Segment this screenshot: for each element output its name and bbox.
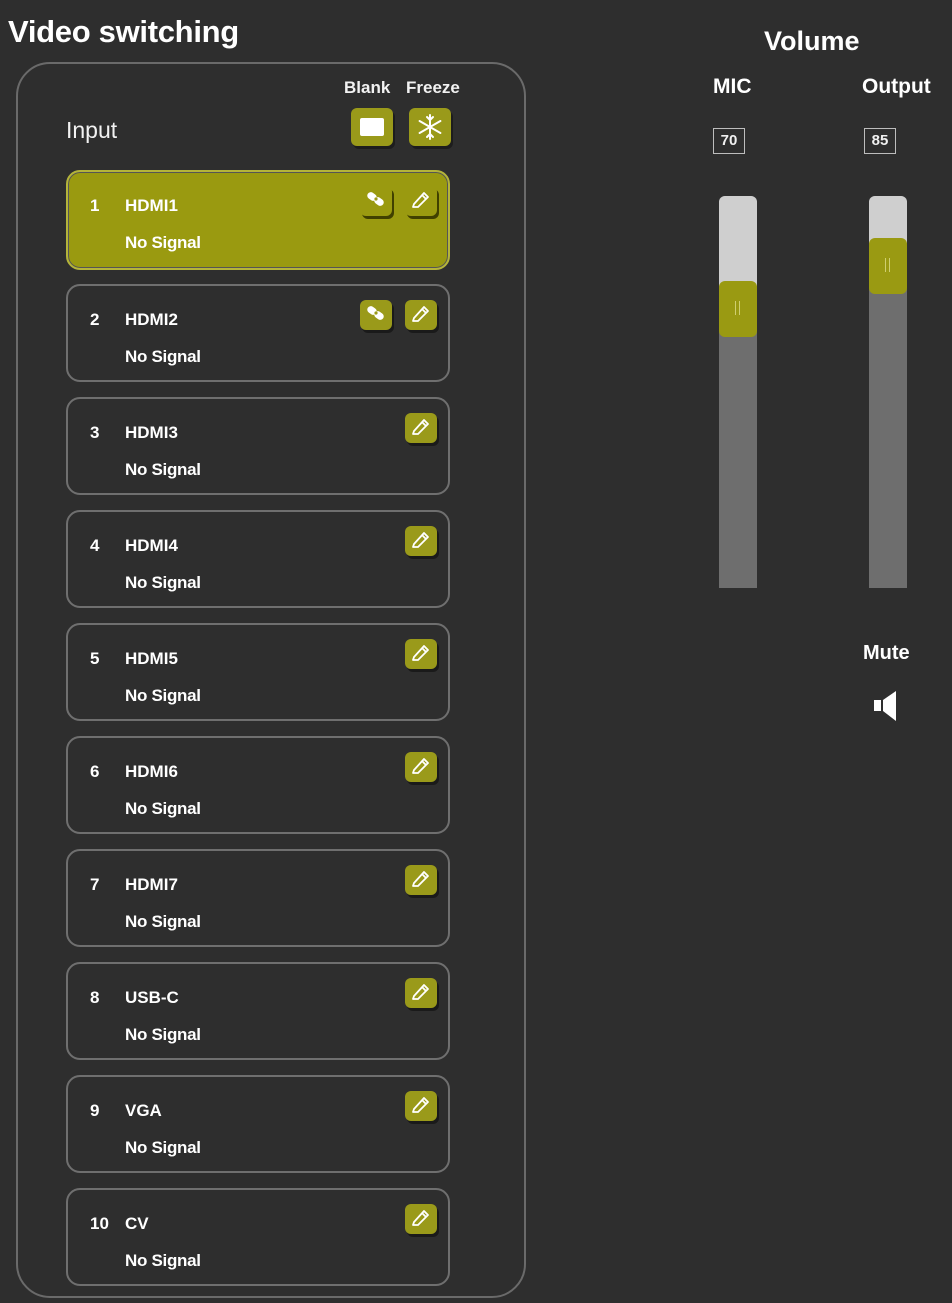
edit-button[interactable]: [405, 1204, 437, 1234]
volume-title: Volume: [764, 26, 860, 56]
input-status: No Signal: [125, 1251, 201, 1270]
mute-label: Mute: [863, 642, 910, 664]
edit-button[interactable]: [405, 865, 437, 895]
input-status: No Signal: [125, 686, 201, 705]
pencil-icon: [410, 529, 432, 554]
mic-label: MIC: [713, 75, 752, 98]
input-card-3[interactable]: 3 HDMI3 No Signal: [66, 397, 450, 495]
input-status: No Signal: [125, 347, 201, 366]
snowflake-icon: [418, 114, 442, 140]
input-card-10[interactable]: 10 CV No Signal: [66, 1188, 450, 1286]
input-number: 7: [90, 875, 100, 894]
link-button[interactable]: [360, 300, 392, 330]
pencil-icon: [410, 416, 432, 441]
pencil-icon: [410, 868, 432, 893]
input-card-4[interactable]: 4 HDMI4 No Signal: [66, 510, 450, 608]
edit-button[interactable]: [405, 186, 437, 216]
output-label: Output: [862, 75, 931, 98]
input-label: Input: [66, 117, 118, 143]
input-name: CV: [125, 1214, 149, 1233]
input-name: VGA: [125, 1101, 162, 1120]
edit-button[interactable]: [405, 526, 437, 556]
output-slider-thumb[interactable]: [869, 238, 907, 294]
freeze-label: Freeze: [406, 78, 460, 97]
link-icon: [365, 189, 387, 214]
grip-icon: [885, 258, 890, 272]
input-name: HDMI7: [125, 875, 178, 894]
input-number: 9: [90, 1101, 100, 1120]
input-card-7[interactable]: 7 HDMI7 No Signal: [66, 849, 450, 947]
output-volume-value[interactable]: 85: [864, 128, 896, 154]
speaker-icon: [874, 691, 896, 721]
input-number: 5: [90, 649, 100, 668]
input-status: No Signal: [125, 1025, 201, 1044]
input-card-6[interactable]: 6 HDMI6 No Signal: [66, 736, 450, 834]
pencil-icon: [410, 755, 432, 780]
input-name: HDMI6: [125, 762, 178, 781]
page-title: Video switching: [8, 14, 239, 49]
blank-button[interactable]: [351, 108, 393, 146]
input-status: No Signal: [125, 912, 201, 931]
input-name: HDMI2: [125, 310, 178, 329]
input-status: No Signal: [125, 573, 201, 592]
mute-button[interactable]: [872, 688, 908, 724]
link-icon: [365, 303, 387, 328]
input-number: 1: [90, 196, 100, 215]
blank-label: Blank: [344, 78, 391, 97]
edit-button[interactable]: [405, 1091, 437, 1121]
mic-slider-thumb[interactable]: [719, 281, 757, 337]
pencil-icon: [410, 189, 432, 214]
input-name: HDMI3: [125, 423, 178, 442]
edit-button[interactable]: [405, 752, 437, 782]
input-number: 4: [90, 536, 100, 555]
pencil-icon: [410, 1094, 432, 1119]
input-status: No Signal: [125, 233, 201, 252]
pencil-icon: [410, 1207, 432, 1232]
edit-button[interactable]: [405, 300, 437, 330]
input-status: No Signal: [125, 460, 201, 479]
mic-volume-slider[interactable]: [719, 196, 757, 588]
freeze-button[interactable]: [409, 108, 451, 146]
edit-button[interactable]: [405, 639, 437, 669]
input-number: 2: [90, 310, 100, 329]
input-name: USB-C: [125, 988, 179, 1007]
blank-screen-icon: [360, 118, 384, 136]
input-card-1[interactable]: 1 HDMI1 No Signal: [66, 170, 450, 270]
input-card-2[interactable]: 2 HDMI2 No Signal: [66, 284, 450, 382]
input-card-5[interactable]: 5 HDMI5 No Signal: [66, 623, 450, 721]
input-name: HDMI1: [125, 196, 178, 215]
pencil-icon: [410, 303, 432, 328]
slider-empty-portion: [719, 196, 757, 291]
output-volume-slider[interactable]: [869, 196, 907, 588]
input-status: No Signal: [125, 1138, 201, 1157]
edit-button[interactable]: [405, 413, 437, 443]
pencil-icon: [410, 642, 432, 667]
grip-icon: [735, 301, 740, 315]
input-number: 3: [90, 423, 100, 442]
input-card-9[interactable]: 9 VGA No Signal: [66, 1075, 450, 1173]
link-button[interactable]: [360, 186, 392, 216]
input-status: No Signal: [125, 799, 201, 818]
input-card-8[interactable]: 8 USB-C No Signal: [66, 962, 450, 1060]
pencil-icon: [410, 981, 432, 1006]
input-name: HDMI4: [125, 536, 178, 555]
input-number: 8: [90, 988, 100, 1007]
input-number: 6: [90, 762, 100, 781]
input-name: HDMI5: [125, 649, 178, 668]
input-number: 10: [90, 1214, 109, 1233]
edit-button[interactable]: [405, 978, 437, 1008]
mic-volume-value[interactable]: 70: [713, 128, 745, 154]
